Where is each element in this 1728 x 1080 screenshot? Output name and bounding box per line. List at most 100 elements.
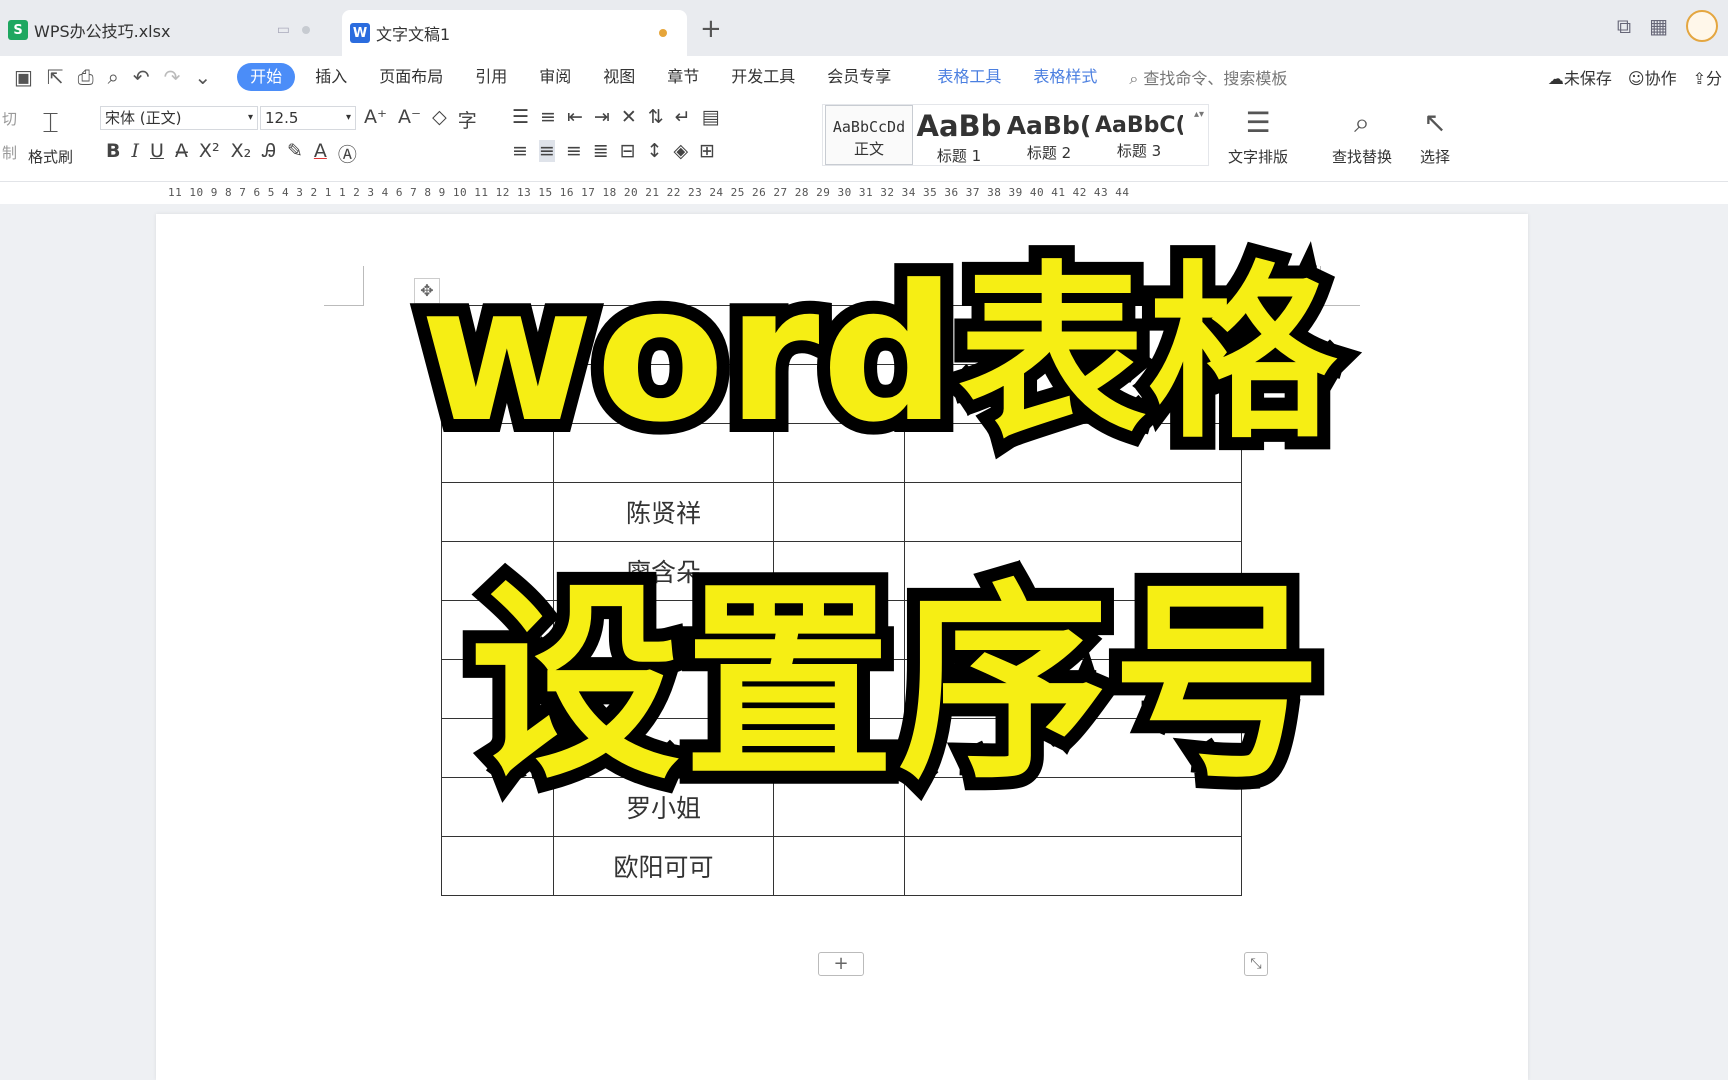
spreadsheet-icon: S: [8, 20, 28, 40]
numbering-icon[interactable]: ≡: [540, 106, 556, 128]
text-layout-icon: ☰: [1245, 106, 1271, 139]
shading-icon[interactable]: ◈: [674, 140, 689, 162]
bold-icon[interactable]: B: [106, 140, 120, 167]
cloud-save-status[interactable]: ☁未保存: [1548, 65, 1612, 89]
menu-references[interactable]: 引用: [459, 63, 523, 91]
command-search[interactable]: ⌕ 查找命令、搜索模板: [1129, 65, 1287, 89]
ruler-numbers: 11 10 9 8 7 6 5 4 3 2 1 1 2 3 4 6 7 8 9 …: [168, 186, 1130, 199]
chevron-down-icon: ▾: [345, 112, 351, 123]
tab-status-dot: [302, 26, 310, 34]
phonetic-icon[interactable]: 字: [458, 106, 477, 133]
line-spacing-icon[interactable]: ↕: [647, 140, 663, 162]
search-icon: ⌕: [1129, 69, 1139, 88]
indent-icon[interactable]: ⇥: [594, 106, 610, 128]
char-border-icon[interactable]: Ⓐ: [338, 140, 357, 167]
grid-icon[interactable]: ▦: [1649, 14, 1668, 38]
ribbon: 切 制 ⌶ 格式刷 宋体 (正文) ▾ 12.5 ▾ A⁺ A⁻ ◇ 字 B I…: [0, 98, 1728, 182]
font-name-select[interactable]: 宋体 (正文) ▾: [100, 106, 258, 130]
share-icon: ⇪: [1692, 69, 1706, 88]
chinese-layout-icon[interactable]: ✕: [621, 106, 637, 128]
user-icon: ☺: [1627, 69, 1645, 88]
text-layout-button[interactable]: ☰ 文字排版: [1228, 106, 1288, 167]
borders-icon[interactable]: ⊞: [699, 140, 715, 162]
menu-view[interactable]: 视图: [587, 63, 651, 91]
distribute-icon[interactable]: ⊟: [620, 140, 636, 162]
overlay-title-line1: word表格: [407, 232, 1349, 477]
table-row: 陈贤祥: [441, 482, 1242, 542]
style-heading-3[interactable]: AaBbC( 标题 3: [1095, 105, 1183, 165]
menu-home[interactable]: 开始: [237, 63, 296, 91]
justify-icon[interactable]: ≣: [593, 140, 609, 162]
style-heading-2[interactable]: AaBb( 标题 2: [1005, 105, 1093, 165]
subscript-icon[interactable]: X₂: [231, 140, 252, 167]
grow-font-icon[interactable]: A⁺: [364, 106, 387, 133]
menu-review[interactable]: 审阅: [523, 63, 587, 91]
table-lines-icon[interactable]: ▤: [702, 106, 720, 128]
table-row: 欧阳可可: [441, 836, 1242, 896]
table-resize-handle[interactable]: ⤡: [1244, 952, 1268, 976]
style-normal[interactable]: AaBbCcDd 正文: [825, 105, 913, 165]
italic-icon[interactable]: I: [131, 140, 139, 167]
superscript-icon[interactable]: X²: [199, 140, 220, 167]
shrink-font-icon[interactable]: A⁻: [398, 106, 421, 133]
add-row-button[interactable]: +: [818, 952, 864, 976]
avatar[interactable]: [1686, 10, 1718, 42]
table-cell[interactable]: 欧阳可可: [553, 836, 774, 896]
overlay-title-line2: 设置序号: [457, 549, 1335, 820]
outdent-icon[interactable]: ⇤: [567, 106, 583, 128]
collaborate-button[interactable]: ☺协作: [1628, 65, 1677, 89]
menu-member[interactable]: 会员专享: [811, 63, 907, 91]
menu-table-tools[interactable]: 表格工具: [921, 63, 1017, 91]
menu-bar: ▣ ⇱ ⎙ ⌕ ↶ ↷ ⌄ 开始 插入 页面布局 引用 审阅 视图 章节 开发工…: [0, 56, 1728, 98]
window-mode-icon[interactable]: ⧉: [1617, 14, 1631, 38]
chevron-down-icon[interactable]: ▴▾: [1194, 109, 1204, 120]
menu-table-style[interactable]: 表格样式: [1017, 63, 1113, 91]
brush-icon: ⌶: [42, 106, 59, 139]
unsaved-dot: [659, 29, 667, 37]
underline-icon[interactable]: U: [150, 140, 164, 167]
font-color-icon[interactable]: A: [314, 140, 327, 167]
chevron-down-icon: ▾: [247, 112, 253, 123]
format-painter-button[interactable]: ⌶ 格式刷: [28, 106, 73, 167]
align-right-icon[interactable]: ≡: [566, 140, 582, 162]
cloud-icon: ☁: [1547, 69, 1564, 88]
writer-icon: W: [350, 23, 370, 43]
bullets-icon[interactable]: ☰: [512, 106, 529, 128]
align-left-icon[interactable]: ≡: [512, 140, 528, 162]
strikethrough-icon[interactable]: A̶: [175, 140, 188, 167]
clear-format-icon[interactable]: ◇: [432, 106, 447, 133]
share-button[interactable]: ⇪分: [1693, 65, 1722, 89]
highlight-icon[interactable]: ✎: [287, 140, 303, 167]
align-center-icon[interactable]: ≡: [538, 140, 555, 162]
search-placeholder: 查找命令、搜索模板: [1143, 69, 1288, 88]
style-heading-1[interactable]: AaBb 标题 1: [915, 105, 1003, 165]
tab-xlsx[interactable]: S WPS办公技巧.xlsx ▭: [0, 10, 330, 50]
table-cell[interactable]: 陈贤祥: [553, 482, 774, 542]
show-marks-icon[interactable]: ↵: [675, 106, 691, 128]
menu-insert[interactable]: 插入: [299, 63, 363, 91]
menu-layout[interactable]: 页面布局: [363, 63, 459, 91]
find-replace-button[interactable]: ⌕ 查找替换: [1332, 106, 1392, 167]
margin-corner: [324, 266, 364, 306]
select-button[interactable]: ↖ 选择: [1420, 106, 1450, 167]
chevron-down-icon[interactable]: ⌄: [194, 65, 211, 89]
menu-developer[interactable]: 开发工具: [715, 63, 811, 91]
cut-button[interactable]: 切: [2, 108, 17, 129]
sort-icon[interactable]: ⇅: [648, 106, 664, 128]
undo-icon[interactable]: ↶: [133, 65, 150, 89]
new-tab-button[interactable]: +: [700, 14, 722, 44]
redo-icon[interactable]: ↷: [164, 65, 181, 89]
tab-label: WPS办公技巧.xlsx: [34, 22, 171, 41]
preview-icon[interactable]: ⌕: [108, 65, 119, 89]
tab-document[interactable]: W 文字文稿1: [342, 10, 687, 56]
save-icon[interactable]: ▣: [14, 65, 33, 89]
copy-button[interactable]: 制: [2, 142, 17, 163]
export-icon[interactable]: ⇱: [47, 65, 64, 89]
style-gallery: AaBbCcDd 正文 AaBb 标题 1 AaBb( 标题 2 AaBbC( …: [822, 104, 1209, 166]
ruler[interactable]: 11 10 9 8 7 6 5 4 3 2 1 1 2 3 4 6 7 8 9 …: [0, 182, 1728, 204]
print-icon[interactable]: ⎙: [78, 65, 94, 89]
font-size-select[interactable]: 12.5 ▾: [260, 106, 356, 130]
text-effect-icon[interactable]: Ꭿ: [262, 140, 276, 167]
menu-section[interactable]: 章节: [651, 63, 715, 91]
cursor-icon: ↖: [1423, 106, 1447, 139]
